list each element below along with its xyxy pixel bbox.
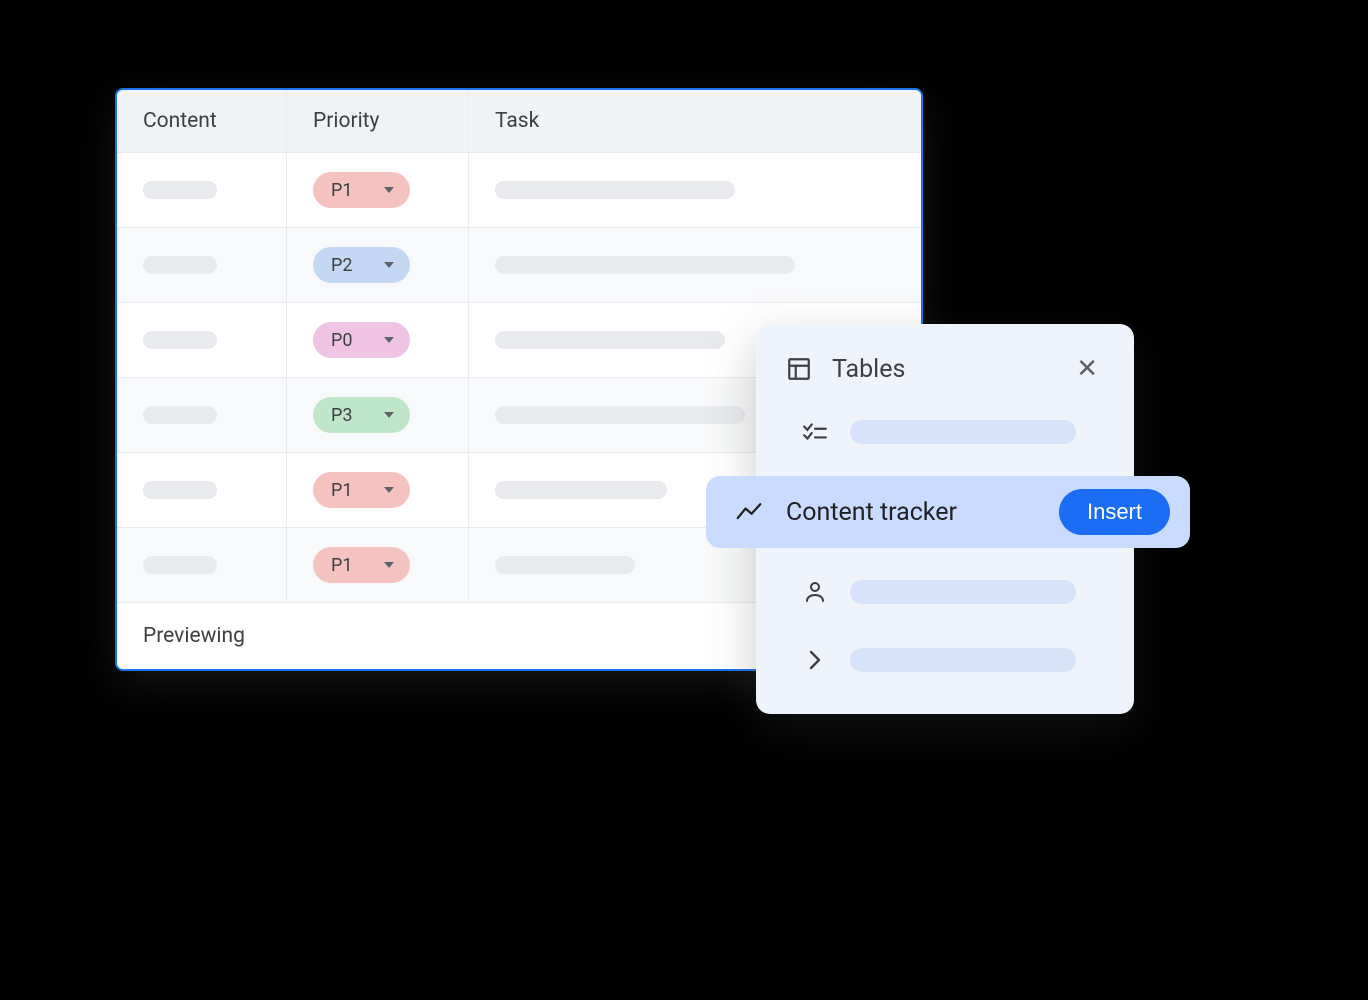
content-cell [117, 378, 287, 452]
priority-chip[interactable]: P2 [313, 247, 410, 283]
priority-cell: P0 [287, 303, 469, 377]
content-placeholder [143, 481, 217, 499]
priority-cell: P2 [287, 228, 469, 302]
content-cell [117, 153, 287, 227]
content-cell [117, 303, 287, 377]
priority-chip-label: P3 [331, 405, 352, 426]
task-placeholder [495, 481, 667, 499]
close-button[interactable]: ✕ [1070, 350, 1104, 388]
content-placeholder [143, 256, 217, 274]
chevron-down-icon [384, 262, 394, 268]
template-item-selected[interactable]: Content tracker Insert [706, 476, 1190, 548]
priority-chip[interactable]: P3 [313, 397, 410, 433]
template-label-placeholder [850, 580, 1076, 604]
template-label: Content tracker [786, 498, 1035, 527]
content-placeholder [143, 406, 217, 424]
chevron-down-icon [384, 337, 394, 343]
priority-cell: P3 [287, 378, 469, 452]
template-item[interactable] [756, 634, 1134, 686]
priority-cell: P1 [287, 453, 469, 527]
priority-chip-label: P1 [331, 180, 352, 201]
trend-icon [736, 501, 762, 523]
task-cell [469, 153, 921, 227]
priority-cell: P1 [287, 528, 469, 602]
content-placeholder [143, 556, 217, 574]
content-placeholder [143, 181, 217, 199]
content-cell [117, 453, 287, 527]
priority-cell: P1 [287, 153, 469, 227]
priority-chip-label: P1 [331, 480, 352, 501]
template-label-placeholder [850, 648, 1076, 672]
table-row: P2 [117, 228, 921, 303]
priority-chip-label: P0 [331, 330, 352, 351]
chevron-down-icon [384, 412, 394, 418]
insert-button[interactable]: Insert [1059, 489, 1170, 535]
task-placeholder [495, 331, 725, 349]
person-icon [802, 580, 828, 604]
column-header-task: Task [469, 90, 921, 152]
content-placeholder [143, 331, 217, 349]
content-cell [117, 528, 287, 602]
column-header-content: Content [117, 90, 287, 152]
task-placeholder [495, 406, 745, 424]
chevron-down-icon [384, 562, 394, 568]
chevron-down-icon [384, 187, 394, 193]
tables-panel: Tables ✕ Content tracker Insert [756, 324, 1134, 714]
content-cell [117, 228, 287, 302]
table-icon [786, 356, 812, 382]
priority-chip[interactable]: P1 [313, 472, 410, 508]
table-header-row: Content Priority Task [117, 90, 921, 153]
chevron-down-icon [384, 487, 394, 493]
column-header-priority: Priority [287, 90, 469, 152]
priority-chip[interactable]: P1 [313, 172, 410, 208]
task-cell [469, 228, 921, 302]
template-label-placeholder [850, 420, 1076, 444]
task-placeholder [495, 181, 735, 199]
priority-chip[interactable]: P1 [313, 547, 410, 583]
template-item[interactable] [756, 566, 1134, 618]
priority-chip-label: P1 [331, 555, 352, 576]
template-item[interactable] [756, 406, 1134, 458]
checklist-icon [802, 421, 828, 443]
priority-chip-label: P2 [331, 255, 352, 276]
task-placeholder [495, 256, 795, 274]
chevron-right-icon [802, 648, 828, 672]
template-list: Content tracker Insert [756, 406, 1134, 686]
task-placeholder [495, 556, 635, 574]
priority-chip[interactable]: P0 [313, 322, 410, 358]
table-row: P1 [117, 153, 921, 228]
panel-title: Tables [832, 355, 1050, 384]
